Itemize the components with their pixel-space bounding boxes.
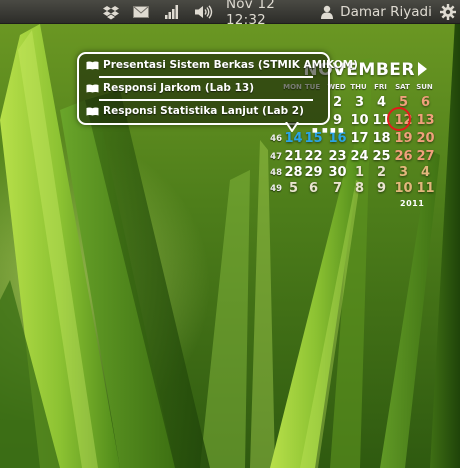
calendar-year: 2011 <box>400 199 425 208</box>
session-menu[interactable] <box>438 0 458 24</box>
clock-text: Nov 12 12:32 <box>226 0 276 28</box>
dropbox-indicator[interactable] <box>100 0 122 24</box>
calendar-day[interactable]: 27 <box>416 149 435 164</box>
calendar-day[interactable]: 7 <box>328 181 347 196</box>
calendar-day[interactable]: 19 <box>394 131 413 146</box>
event-marker-icon: ■ <box>330 127 336 134</box>
calendar-day[interactable]: 24 <box>350 149 369 164</box>
calendar-day[interactable]: 2 <box>372 165 391 180</box>
weekday-header: SUN <box>416 83 433 91</box>
event-item[interactable]: Presentasi Sistem Berkas (STMIK AMIKOM) <box>86 56 358 74</box>
calendar-day[interactable]: 14 <box>284 131 303 146</box>
calendar-day[interactable]: 21 <box>284 149 303 164</box>
calendar-day[interactable]: 4 <box>416 165 435 180</box>
calendar-day[interactable]: 3 <box>350 95 369 110</box>
calendar-day[interactable]: 25 <box>372 149 391 164</box>
calendar-day[interactable]: 23 <box>328 149 347 164</box>
event-title: Responsi Statistika Lanjut (Lab 2) <box>103 105 304 117</box>
event-title: Presentasi Sistem Berkas (STMIK AMIKOM) <box>103 59 358 71</box>
week-number: 48 <box>270 168 282 178</box>
week-number: 49 <box>270 184 282 194</box>
calendar-day[interactable]: 9 <box>328 113 347 128</box>
calendar-day[interactable]: 29 <box>304 165 323 180</box>
top-panel: Nov 12 12:32 Damar Riyadi <box>0 0 460 28</box>
user-menu[interactable]: Damar Riyadi <box>320 0 432 24</box>
calendar-day[interactable]: 6 <box>304 181 323 196</box>
clock-indicator[interactable]: Nov 12 12:32 <box>226 0 314 28</box>
calendar-day[interactable]: 8 <box>350 181 369 196</box>
book-icon <box>86 84 99 92</box>
sound-indicator[interactable] <box>193 0 215 24</box>
next-month-arrow-icon[interactable] <box>416 61 428 77</box>
event-divider <box>99 99 313 101</box>
messaging-indicator[interactable] <box>130 0 152 24</box>
weekday-header: SAT <box>395 83 410 91</box>
gear-icon <box>440 4 456 20</box>
calendar-day[interactable]: 5 <box>284 181 303 196</box>
calendar-day[interactable]: 28 <box>284 165 303 180</box>
network-indicator[interactable] <box>163 0 181 24</box>
mail-icon <box>133 6 149 18</box>
book-icon <box>86 61 99 69</box>
calendar-day[interactable]: 1 <box>350 165 369 180</box>
event-title: Responsi Jarkom (Lab 13) <box>103 82 255 94</box>
event-marker-icon: ■ <box>338 127 344 134</box>
event-divider <box>99 76 313 78</box>
weekday-header: THU <box>350 83 367 91</box>
network-signal-icon <box>165 5 178 19</box>
calendar-day[interactable]: 17 <box>350 131 369 146</box>
event-tooltip: Presentasi Sistem Berkas (STMIK AMIKOM) … <box>77 52 358 125</box>
calendar-day[interactable]: 13 <box>416 113 435 128</box>
user-icon <box>321 5 334 19</box>
week-number: 47 <box>270 152 282 162</box>
volume-icon <box>195 5 213 19</box>
calendar-day[interactable]: 30 <box>328 165 347 180</box>
weekday-header: FRI <box>374 83 387 91</box>
tooltip-pointer <box>285 122 299 132</box>
calendar-day[interactable]: 4 <box>372 95 391 110</box>
calendar-day[interactable]: 22 <box>304 149 323 164</box>
calendar-day[interactable]: 26 <box>394 149 413 164</box>
calendar-day[interactable]: 20 <box>416 131 435 146</box>
dropbox-icon <box>103 5 119 19</box>
calendar-day[interactable]: 6 <box>416 95 435 110</box>
calendar-day[interactable]: 2 <box>328 95 347 110</box>
calendar-day[interactable]: 10 <box>394 181 413 196</box>
calendar-day[interactable]: 9 <box>372 181 391 196</box>
book-icon <box>86 107 99 115</box>
today-marker <box>387 107 411 131</box>
user-name: Damar Riyadi <box>340 4 432 20</box>
calendar-day[interactable]: 11 <box>416 181 435 196</box>
calendar-day[interactable]: 3 <box>394 165 413 180</box>
week-number: 46 <box>270 134 282 144</box>
calendar-day[interactable]: 10 <box>350 113 369 128</box>
event-marker-icon: ■ <box>312 127 318 134</box>
event-item[interactable]: Responsi Jarkom (Lab 13) <box>86 79 254 97</box>
event-item[interactable]: Responsi Statistika Lanjut (Lab 2) <box>86 102 304 120</box>
calendar-day[interactable]: 18 <box>372 131 391 146</box>
event-marker-icon: ■ <box>322 127 328 134</box>
